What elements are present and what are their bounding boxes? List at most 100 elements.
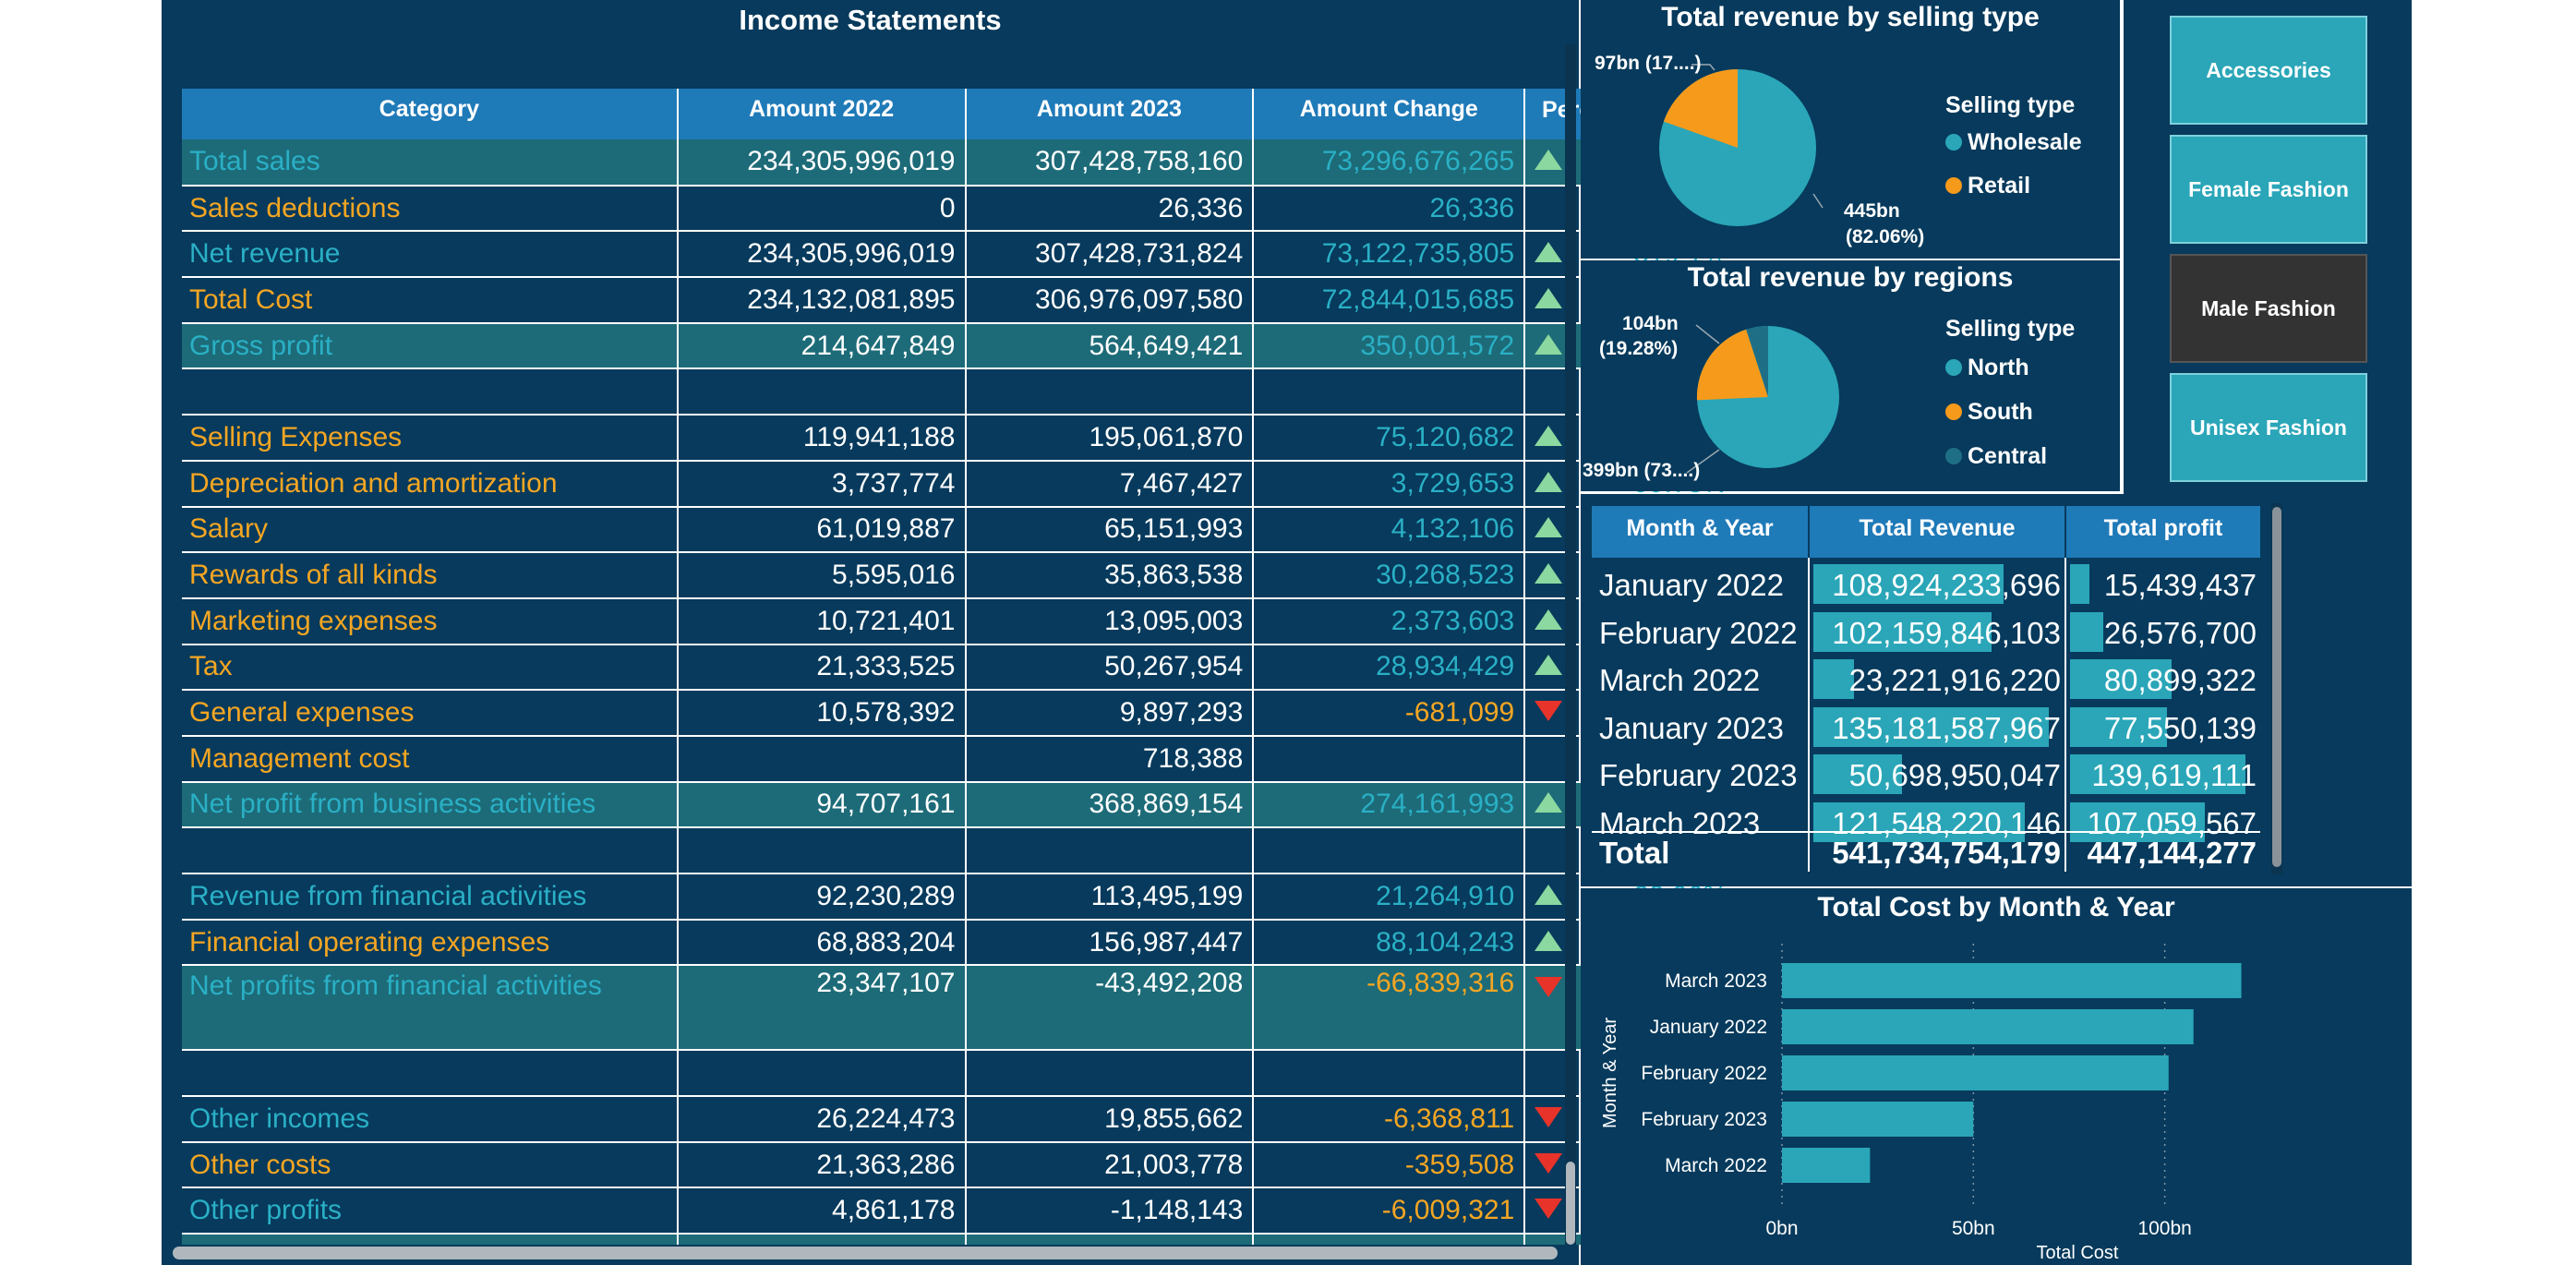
income-row[interactable]: Gross profit 214,647,849 564,649,421 350,00… bbox=[182, 322, 1723, 370]
monthly-row[interactable]: March 2022 23,221,916,220 80,899,322 bbox=[1592, 656, 2260, 703]
income-header-row: Category Amount 2022 Amount 2023 Amount … bbox=[182, 89, 1723, 139]
header-amount-2023[interactable]: Amount 2023 bbox=[965, 89, 1255, 139]
cell-amount-change: 73,296,676,265 bbox=[1253, 139, 1526, 187]
monthly-row[interactable]: January 2022 108,924,233,696 15,439,437 bbox=[1592, 560, 2260, 608]
cell-amount-2023 bbox=[965, 827, 1255, 874]
cost-bar[interactable] bbox=[1782, 963, 2242, 998]
income-row[interactable]: Net profit from business activities 94,70… bbox=[182, 781, 1723, 829]
income-row[interactable]: Other profits 4,861,178 -1,148,143 -6,009,3… bbox=[182, 1187, 1723, 1235]
y-category-label: March 2023 bbox=[1665, 970, 1767, 992]
scroll-thumb[interactable] bbox=[1566, 1162, 1575, 1245]
legend-item-north[interactable]: North bbox=[1945, 355, 2029, 381]
cell-category: Net profit from business activities bbox=[182, 781, 679, 829]
income-row[interactable] bbox=[182, 1050, 1723, 1098]
cell-month: January 2023 bbox=[1599, 710, 1784, 745]
income-row[interactable]: Marketing expenses 10,721,401 13,095,003 2,… bbox=[182, 597, 1723, 645]
cell-trend bbox=[1524, 781, 1587, 829]
cell-month: January 2022 bbox=[1599, 568, 1784, 602]
monthly-row[interactable]: January 2023 135,181,587,967 77,550,139 bbox=[1592, 704, 2260, 751]
income-row[interactable]: Total sales 234,305,996,019 307,428,758,16… bbox=[182, 139, 1723, 187]
header-total-revenue[interactable]: Total Revenue bbox=[1810, 506, 2064, 558]
cost-bar[interactable] bbox=[1782, 1102, 1974, 1137]
y-category-label: February 2022 bbox=[1641, 1063, 1767, 1084]
x-axis-label: Total Cost bbox=[2037, 1243, 2119, 1263]
cell-amount-change bbox=[1253, 735, 1526, 783]
income-row[interactable]: Salary61,019,88765,151,9934,132,1066.77% bbox=[182, 506, 1723, 554]
cell-amount-2023: 718,388 bbox=[965, 735, 1255, 783]
column-divider bbox=[2064, 558, 2066, 872]
x-tick-label: 50bn bbox=[1952, 1218, 1995, 1239]
income-row[interactable]: Other incomes 26,224,473 19,855,662 -6,368,… bbox=[182, 1096, 1723, 1143]
income-row[interactable]: Net revenue 234,305,996,019 307,428,731,82… bbox=[182, 231, 1723, 279]
pie-label-wholesale-pct: (82.06%) bbox=[1846, 226, 1925, 247]
slicer-female-fashion[interactable]: Female Fashion bbox=[2170, 135, 2367, 244]
income-row[interactable]: Other costs21,363,28621,003,778-359,508-… bbox=[182, 1141, 1723, 1189]
cell-amount-2023: 368,869,154 bbox=[965, 781, 1255, 829]
slicer-accessories[interactable]: Accessories bbox=[2170, 16, 2367, 125]
arrow-up-icon bbox=[1535, 655, 1563, 676]
cell-amount-2022: 61,019,887 bbox=[677, 506, 967, 554]
income-row[interactable]: Revenue from financial activities 92,230,… bbox=[182, 873, 1723, 921]
cell-trend bbox=[1524, 1187, 1587, 1235]
cell-amount-2022: 23,347,107 bbox=[677, 965, 967, 1052]
arrow-up-icon bbox=[1535, 792, 1563, 813]
income-row[interactable]: Depreciation and amortization 3,737,774 7,… bbox=[182, 460, 1723, 508]
legend-dot bbox=[1945, 177, 1962, 194]
income-row[interactable] bbox=[182, 368, 1723, 416]
arrow-up-icon bbox=[1535, 242, 1563, 263]
income-row[interactable]: Financial operating expenses 68,883,204 15… bbox=[182, 919, 1723, 967]
cell-amount-change: 274,161,993 bbox=[1253, 781, 1526, 829]
monthly-row[interactable]: February 2023 50,698,950,047 139,619,111 bbox=[1592, 751, 2260, 798]
arrow-up-icon bbox=[1535, 608, 1563, 630]
cell-amount-2023: -43,492,208 bbox=[965, 965, 1255, 1052]
legend-dot bbox=[1945, 359, 1962, 376]
slicer-male-fashion[interactable]: Male Fashion bbox=[2170, 254, 2367, 363]
cell-amount-change: -6,368,811 bbox=[1253, 1096, 1526, 1143]
header-total-profit[interactable]: Total profit bbox=[2066, 506, 2260, 558]
slicer-unisex-fashion[interactable]: Unisex Fashion bbox=[2170, 373, 2367, 482]
cost-bar[interactable] bbox=[1782, 1055, 2169, 1090]
monthly-table-panel: Month & Year Total Revenue Total profit … bbox=[1581, 494, 2412, 886]
legend-item-retail[interactable]: Retail bbox=[1945, 173, 2030, 199]
cell-amount-change: 21,264,910 bbox=[1253, 873, 1526, 921]
header-category[interactable]: Category bbox=[182, 89, 679, 139]
income-row[interactable]: Selling Expenses 119,941,188 195,061,870 75… bbox=[182, 415, 1723, 462]
income-row[interactable]: Tax21,333,52550,267,95428,934,429135.63% bbox=[182, 644, 1723, 692]
scroll-thumb[interactable] bbox=[2272, 507, 2281, 867]
cell-amount-change: 75,120,682 bbox=[1253, 415, 1526, 462]
income-horizontal-scrollbar[interactable] bbox=[173, 1247, 1558, 1259]
cell-amount-change: 201,313,358 bbox=[1253, 1234, 1526, 1245]
monthly-scrollbar[interactable] bbox=[2271, 503, 2282, 874]
header-amount-2022[interactable]: Amount 2022 bbox=[677, 89, 967, 139]
cell-revenue: 23,221,916,220 bbox=[1848, 663, 2061, 697]
header-amount-change[interactable]: Amount Change bbox=[1253, 89, 1526, 139]
cell-amount-2023: 306,976,097,580 bbox=[965, 277, 1255, 324]
income-row[interactable]: Total Cost 234,132,081,895 306,976,097,580… bbox=[182, 277, 1723, 324]
legend-item-central[interactable]: Central bbox=[1945, 443, 2047, 470]
income-row[interactable]: Profit before tax122,915,459324,228,8182… bbox=[182, 1234, 1723, 1245]
cost-bar[interactable] bbox=[1782, 1009, 2194, 1044]
income-row[interactable] bbox=[182, 827, 1723, 874]
cell-amount-2022: 0 bbox=[677, 185, 967, 233]
cell-amount-change: 73,122,735,805 bbox=[1253, 231, 1526, 279]
category-slicer: Accessories Female Fashion Male Fashion … bbox=[2124, 0, 2412, 494]
income-table-body: Total sales 234,305,996,019 307,428,758,16… bbox=[182, 139, 1723, 1245]
cell-profit: 77,550,139 bbox=[2103, 710, 2257, 745]
monthly-row[interactable]: February 2022 102,159,846,103 26,576,700 bbox=[1592, 608, 2260, 656]
pie-label-south-value: 104bn bbox=[1622, 313, 1679, 334]
cell-profit: 80,899,322 bbox=[2103, 663, 2257, 697]
income-vertical-scrollbar[interactable] bbox=[1565, 44, 1576, 1245]
income-row[interactable]: Rewards of all kinds 5,595,016 35,863,538 3… bbox=[182, 552, 1723, 599]
cell-trend bbox=[1524, 506, 1587, 554]
legend-item-wholesale[interactable]: Wholesale bbox=[1945, 129, 2082, 156]
income-row[interactable]: General expenses 10,578,392 9,897,293 -681,… bbox=[182, 690, 1723, 737]
arrow-up-icon bbox=[1535, 884, 1563, 905]
income-row[interactable]: Management cost 718,388 bbox=[182, 735, 1723, 783]
cell-category: Gross profit bbox=[182, 322, 679, 370]
income-row[interactable]: Sales deductions 0 26,336 26,336 bbox=[182, 185, 1723, 233]
income-row[interactable]: Net profits from financial activities 23,… bbox=[182, 965, 1723, 1052]
cost-bar[interactable] bbox=[1782, 1148, 1871, 1183]
arrow-down-icon bbox=[1535, 1106, 1563, 1127]
legend-item-south[interactable]: South bbox=[1945, 399, 2033, 426]
header-month-year[interactable]: Month & Year bbox=[1592, 506, 1808, 558]
